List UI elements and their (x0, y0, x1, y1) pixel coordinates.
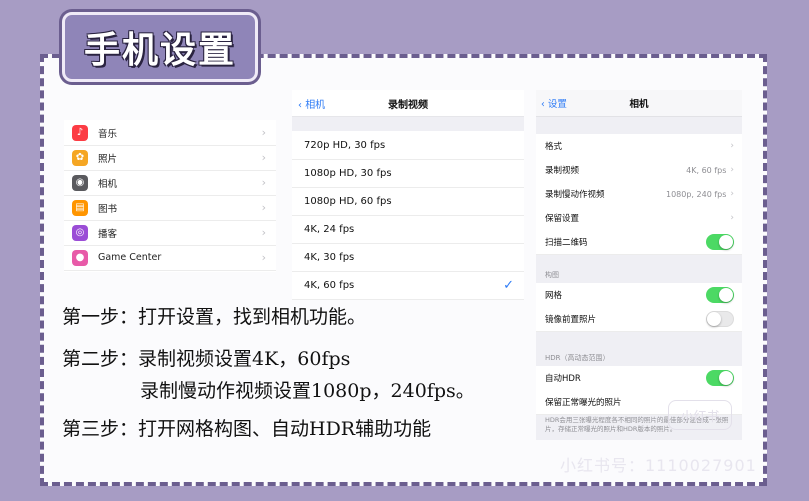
grid-label: 网格 (545, 291, 563, 301)
record-video-row[interactable]: 录制视频 4K, 60 fps › (536, 158, 742, 183)
chevron-right-icon: › (730, 141, 734, 151)
photos-icon: ✿ (72, 149, 88, 166)
hdr-header: HDR（高动态范围） (545, 354, 610, 362)
nav-bar: ‹ 设置 相机 (536, 90, 742, 117)
format-label: 格式 (545, 142, 563, 152)
video-format-label: 4K, 60 fps (304, 279, 355, 291)
nav-title: 录制视频 (388, 100, 428, 111)
record-slomo-value: 1080p, 240 fps (665, 189, 727, 199)
scan-qr-toggle[interactable] (706, 234, 734, 250)
settings-list-panel: ♪ 音乐 › ✿ 照片 › ◉ 相机 › ▤ 图书 › ◎ 播客 › ● Game Center › (64, 120, 276, 272)
scan-qr-row: 扫描二维码 (536, 230, 742, 255)
video-format-option[interactable]: 720p HD, 30 fps (292, 131, 524, 160)
settings-item-books[interactable]: ▤ 图书 › (64, 195, 276, 221)
page-title: 手机设置 (62, 12, 258, 82)
chevron-right-icon: › (730, 189, 734, 199)
grid-toggle[interactable] (706, 287, 734, 303)
scan-qr-label: 扫描二维码 (545, 238, 588, 248)
record-slomo-row[interactable]: 录制慢动作视频 1080p, 240 fps › (536, 182, 742, 207)
settings-item-label: Game Center (98, 252, 162, 263)
nav-bar: ‹ 相机 录制视频 (292, 90, 524, 117)
auto-hdr-toggle[interactable] (706, 370, 734, 386)
chevron-right-icon: › (261, 226, 266, 239)
record-video-label: 录制视频 (545, 166, 580, 176)
format-row[interactable]: 格式 › (536, 134, 742, 159)
chevron-right-icon: › (730, 213, 734, 223)
video-format-label: 1080p HD, 60 fps (304, 195, 392, 207)
settings-item-label: 图书 (98, 203, 118, 215)
section-gap (292, 117, 524, 131)
video-format-option[interactable]: 4K, 60 fps ✓ (292, 271, 524, 300)
video-format-label: 720p HD, 30 fps (304, 139, 386, 151)
video-format-option[interactable]: 4K, 30 fps (292, 243, 524, 272)
settings-item-label: 相机 (98, 178, 118, 190)
mirror-front-label: 镜像前置照片 (545, 315, 597, 325)
video-format-option[interactable]: 1080p HD, 60 fps (292, 187, 524, 216)
auto-hdr-label: 自动HDR (545, 374, 581, 384)
settings-item-label: 音乐 (98, 128, 118, 140)
chevron-right-icon: › (261, 176, 266, 189)
game-center-icon: ● (72, 249, 88, 266)
record-video-panel: ‹ 相机 录制视频 720p HD, 30 fps 1080p HD, 30 fp… (292, 90, 524, 300)
watermark-text: 小红书号：1110027901 (560, 456, 757, 475)
composition-header: 构图 (545, 271, 559, 279)
video-format-label: 1080p HD, 30 fps (304, 167, 392, 179)
checkmark-icon: ✓ (503, 277, 514, 293)
camera-settings-panel: ‹ 设置 相机 格式 › 录制视频 4K, 60 fps › 录制慢动作视频 1… (536, 90, 742, 440)
podcasts-icon: ◎ (72, 224, 88, 241)
settings-item-game-center[interactable]: ● Game Center › (64, 245, 276, 271)
camera-icon: ◉ (72, 174, 88, 191)
video-format-option[interactable]: 4K, 24 fps (292, 215, 524, 244)
video-format-option[interactable]: 1080p HD, 30 fps (292, 159, 524, 188)
chevron-right-icon: › (261, 251, 266, 264)
settings-item-podcasts[interactable]: ◎ 播客 › (64, 220, 276, 246)
preserve-settings-row[interactable]: 保留设置 › (536, 206, 742, 231)
settings-item-label: 照片 (98, 153, 118, 165)
books-icon: ▤ (72, 199, 88, 216)
nav-title: 相机 (629, 99, 649, 110)
record-slomo-label: 录制慢动作视频 (545, 190, 605, 200)
video-format-label: 4K, 30 fps (304, 251, 355, 263)
step-2-text: 第二步：录制视频设置4K，60fps (62, 348, 351, 370)
step-1-text: 第一步：打开设置，找到相机功能。 (62, 306, 367, 328)
settings-item-music[interactable]: ♪ 音乐 › (64, 120, 276, 146)
settings-item-camera[interactable]: ◉ 相机 › (64, 170, 276, 196)
chevron-right-icon: › (730, 165, 734, 175)
step-2-continued-text: 录制慢动作视频设置1080p，240fps。 (140, 380, 475, 402)
settings-item-photos[interactable]: ✿ 照片 › (64, 145, 276, 171)
preserve-settings-label: 保留设置 (545, 214, 580, 224)
watermark-logo: 小红书 (668, 400, 732, 430)
chevron-right-icon: › (261, 151, 266, 164)
grid-row: 网格 (536, 283, 742, 308)
chevron-right-icon: › (261, 201, 266, 214)
video-format-label: 4K, 24 fps (304, 223, 355, 235)
chevron-right-icon: › (261, 126, 266, 139)
music-icon: ♪ (72, 124, 88, 141)
mirror-front-row: 镜像前置照片 (536, 307, 742, 332)
settings-item-label: 播客 (98, 228, 118, 240)
step-3-text: 第三步：打开网格构图、自动HDR辅助功能 (62, 418, 432, 440)
mirror-front-toggle[interactable] (706, 311, 734, 327)
record-video-value: 4K, 60 fps (686, 165, 727, 175)
auto-hdr-row: 自动HDR (536, 366, 742, 391)
